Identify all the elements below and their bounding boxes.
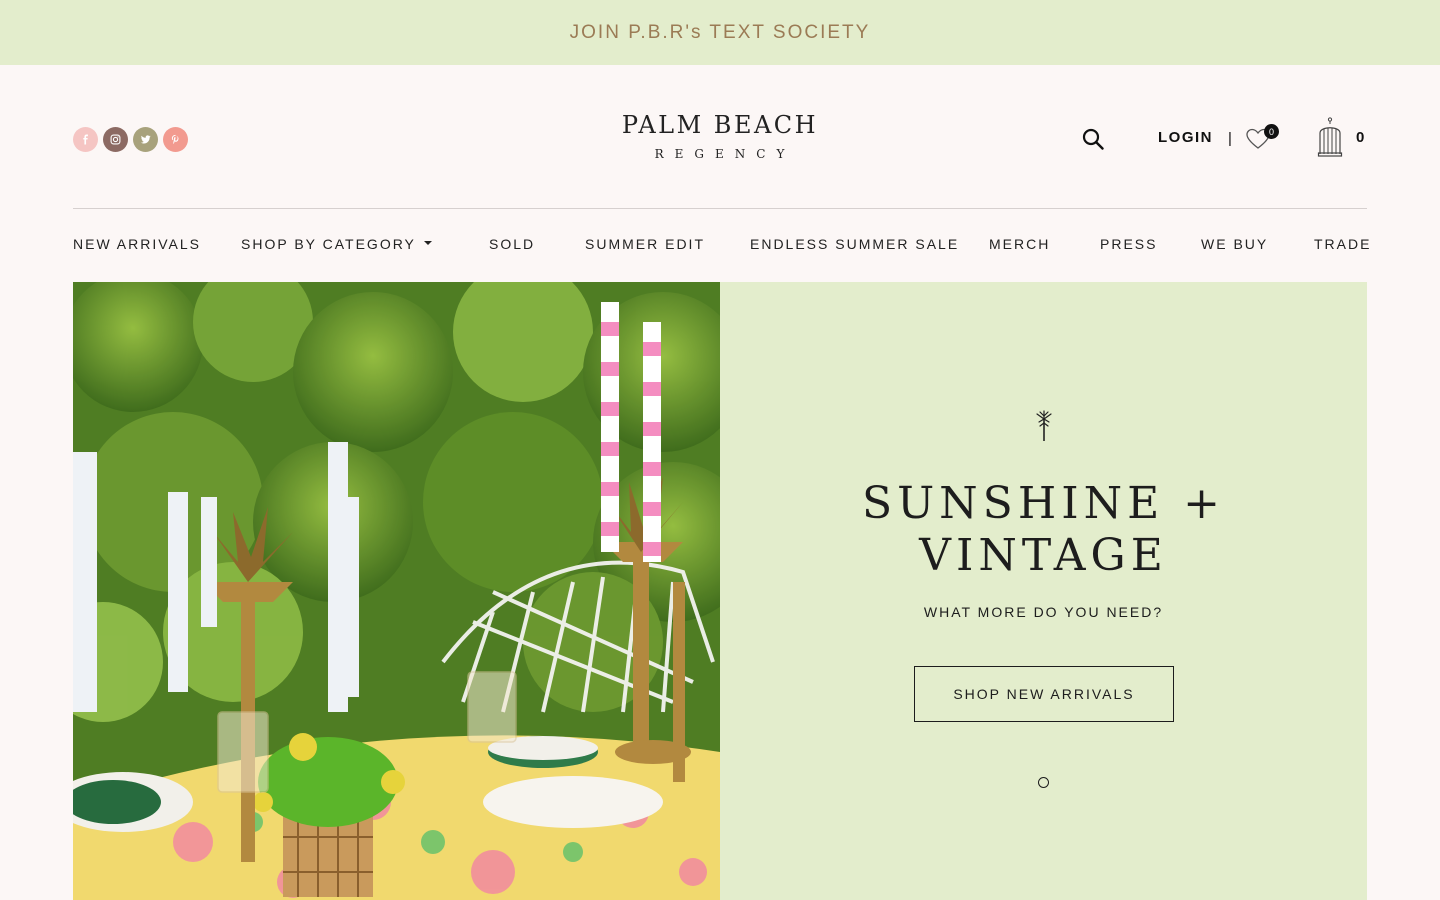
pinterest-icon[interactable] [163,127,188,152]
instagram-icon[interactable] [103,127,128,152]
announcement-link[interactable]: JOIN P.B.R's TEXT SOCIETY [570,22,871,44]
site-logo[interactable]: PALM BEACH REGENCY [600,111,840,161]
birdcage-cart-icon[interactable] [1317,117,1343,157]
nav-sold[interactable]: SOLD [489,236,535,252]
shop-new-arrivals-button[interactable]: SHOP NEW ARRIVALS [914,666,1174,722]
nav-summer-edit[interactable]: SUMMER EDIT [585,236,705,252]
nav-we-buy[interactable]: WE BUY [1201,236,1268,252]
hero-image [73,282,720,900]
hero-subtitle: WHAT MORE DO YOU NEED? [923,604,1164,620]
header-divider [73,208,1367,209]
wishlist-count-badge: 0 [1264,124,1279,139]
hero-title: SUNSHINE + VINTAGE [720,478,1367,582]
nav-endless-summer-sale[interactable]: ENDLESS SUMMER SALE [750,236,959,252]
social-links [73,127,188,152]
nav-trade[interactable]: TRADE [1314,236,1371,252]
hero-title-line1: SUNSHINE + [861,478,1226,529]
facebook-icon[interactable] [73,127,98,152]
announcement-bar: JOIN P.B.R's TEXT SOCIETY [0,0,1440,65]
carousel-dot[interactable] [1038,777,1049,788]
search-icon[interactable] [1082,128,1104,150]
cart-count: 0 [1356,129,1365,146]
caret-down-icon [423,241,432,246]
header-separator: | [1228,130,1232,147]
main-nav: NEW ARRIVALS SHOP BY CATEGORY SOLD SUMME… [73,236,1369,258]
logo-line1: PALM BEACH [621,111,819,139]
nav-new-arrivals[interactable]: NEW ARRIVALS [73,236,201,252]
nav-shop-by-category[interactable]: SHOP BY CATEGORY [241,236,432,252]
nav-merch[interactable]: MERCH [989,236,1050,252]
login-link[interactable]: LOGIN [1158,129,1213,146]
nav-press[interactable]: PRESS [1100,236,1157,252]
logo-line2: REGENCY [654,147,796,161]
twitter-icon[interactable] [133,127,158,152]
site-header: PALM BEACH REGENCY LOGIN | 0 0 [0,65,1440,208]
nav-shop-by-category-label: SHOP BY CATEGORY [241,236,416,252]
hero-title-line2: VINTAGE [919,530,1168,581]
hero-panel: SUNSHINE + VINTAGE WHAT MORE DO YOU NEED… [720,282,1367,900]
palm-tree-icon [1036,410,1052,441]
